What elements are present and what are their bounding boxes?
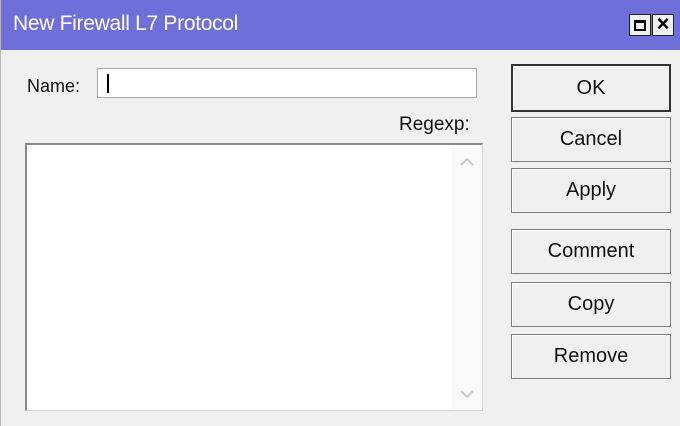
scroll-down-button[interactable]	[452, 382, 482, 406]
copy-button[interactable]: Copy	[511, 282, 671, 327]
maximize-button[interactable]	[629, 14, 651, 36]
ok-button[interactable]: OK	[511, 64, 671, 112]
maximize-icon	[634, 19, 646, 31]
dialog-window: New Firewall L7 Protocol × Name: Regexp:	[0, 0, 680, 426]
window-title: New Firewall L7 Protocol	[13, 12, 239, 35]
name-label: Name:	[27, 76, 81, 96]
name-input[interactable]	[97, 68, 477, 98]
regexp-label: Regexp:	[399, 114, 470, 135]
chevron-up-icon	[460, 157, 474, 166]
close-button[interactable]: ×	[652, 11, 674, 36]
scroll-up-button[interactable]	[452, 149, 482, 173]
apply-button[interactable]: Apply	[511, 168, 671, 213]
text-caret	[107, 74, 109, 93]
remove-button[interactable]: Remove	[511, 334, 671, 379]
comment-button[interactable]: Comment	[511, 229, 671, 274]
title-bar[interactable]: New Firewall L7 Protocol ×	[1, 0, 680, 50]
close-icon: ×	[656, 11, 670, 36]
cancel-button[interactable]: Cancel	[511, 117, 671, 162]
vertical-scrollbar[interactable]	[452, 145, 482, 410]
chevron-down-icon	[460, 389, 474, 398]
regexp-textarea[interactable]	[25, 143, 483, 411]
